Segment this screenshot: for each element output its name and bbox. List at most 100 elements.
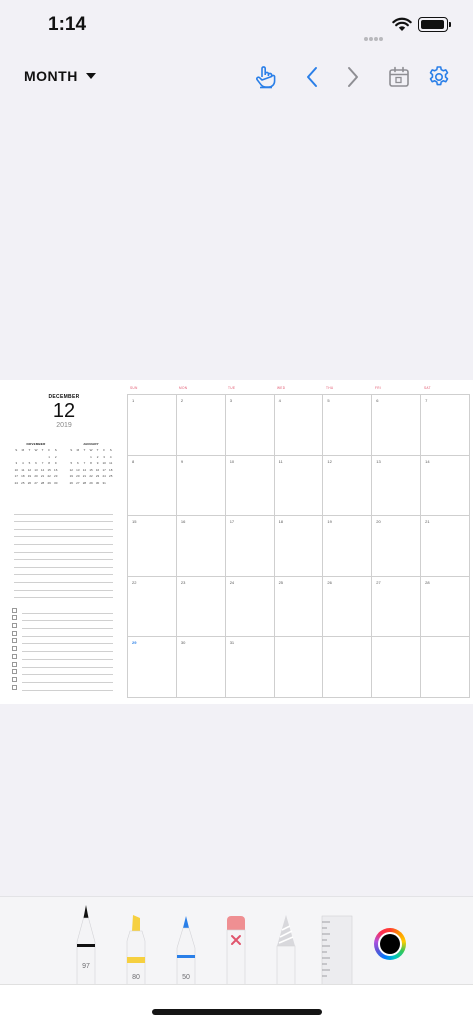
todo-line[interactable]: [22, 660, 113, 668]
day-cell[interactable]: 3: [225, 395, 275, 456]
eraser-tool[interactable]: [224, 914, 248, 986]
todo-row[interactable]: [12, 614, 113, 622]
day-cell[interactable]: 2: [176, 395, 226, 456]
day-cell[interactable]: 28: [421, 576, 470, 638]
day-cell[interactable]: 7: [421, 395, 470, 456]
day-cell[interactable]: 5: [323, 395, 373, 456]
home-indicator[interactable]: [152, 1009, 322, 1015]
todo-line[interactable]: [22, 621, 113, 630]
day-cell[interactable]: 19: [323, 516, 373, 577]
mini-calendar-previous[interactable]: NOVEMBER S M T W T F S 1 2 3 4 5 6 7 8 9 10 11 12 13 14 15 16 1…: [13, 442, 59, 486]
today-button[interactable]: [386, 64, 412, 90]
day-cell[interactable]: 26: [323, 576, 373, 638]
day-cell[interactable]: 24: [225, 576, 275, 638]
todo-row[interactable]: [12, 668, 113, 676]
day-cell[interactable]: 30: [176, 637, 226, 698]
day-cell[interactable]: 12: [323, 455, 373, 517]
day-cell[interactable]: [274, 637, 324, 698]
day-cell[interactable]: 11: [274, 455, 324, 517]
day-cell[interactable]: 31: [225, 637, 275, 698]
checkbox[interactable]: [12, 623, 17, 629]
todo-row[interactable]: [12, 621, 113, 630]
highlighter-size-label: 80: [132, 974, 140, 981]
day-cell[interactable]: 6: [372, 395, 422, 456]
day-cell[interactable]: 22: [128, 576, 177, 638]
checkbox[interactable]: [12, 676, 17, 682]
note-line[interactable]: [14, 583, 113, 591]
day-cell[interactable]: 25: [274, 576, 324, 638]
day-cell[interactable]: 23: [176, 576, 226, 638]
checkbox[interactable]: [12, 661, 17, 667]
settings-button[interactable]: [426, 64, 452, 90]
mini-calendar-next[interactable]: JANUARY S M T W T F S 1 2 3 4 5 6 7 8 9 10 11 12 13 14 15 16 17…: [68, 442, 114, 486]
note-line[interactable]: [14, 522, 113, 530]
todo-line[interactable]: [22, 629, 113, 637]
todo-line[interactable]: [22, 652, 113, 660]
day-cell[interactable]: [421, 637, 470, 698]
todo-line[interactable]: [22, 614, 113, 622]
todo-line[interactable]: [22, 675, 113, 683]
day-cell[interactable]: 10: [225, 455, 275, 517]
note-line[interactable]: [14, 530, 113, 538]
view-mode-dropdown[interactable]: MONTH: [24, 68, 96, 84]
weekday-label: TUE: [228, 386, 236, 390]
day-cell[interactable]: [372, 637, 422, 698]
day-cell[interactable]: 17: [225, 516, 275, 577]
note-line[interactable]: [14, 545, 113, 553]
next-button[interactable]: [340, 64, 366, 90]
weekday-label: SAT: [424, 386, 431, 390]
note-line[interactable]: [14, 568, 113, 576]
day-cell[interactable]: [323, 637, 373, 698]
todo-line[interactable]: [22, 606, 113, 614]
todo-line[interactable]: [22, 637, 113, 645]
hand-pointer-button[interactable]: [252, 64, 278, 90]
day-cell[interactable]: 13: [372, 455, 422, 517]
checkbox[interactable]: [12, 653, 17, 659]
mini-calendar-grid: S M T W T F S 1 2 3 4 5 6 7 8 9 10 11 12 13 14 15 16 17 18 19 20 21…: [68, 447, 114, 486]
day-cell[interactable]: 29: [128, 637, 177, 698]
todo-line[interactable]: [22, 683, 113, 691]
todo-row[interactable]: [12, 644, 113, 653]
day-cell[interactable]: 9: [176, 455, 226, 517]
day-cell[interactable]: 14: [421, 455, 470, 517]
checkbox[interactable]: [12, 669, 17, 675]
pencil-tool[interactable]: [274, 912, 298, 986]
todo-row[interactable]: [12, 675, 113, 683]
todo-row[interactable]: [12, 637, 113, 645]
checkbox[interactable]: [12, 630, 17, 636]
checkbox[interactable]: [12, 607, 17, 613]
note-line[interactable]: [14, 560, 113, 568]
day-cell[interactable]: 27: [372, 576, 422, 638]
note-line[interactable]: [14, 575, 113, 583]
todo-row[interactable]: [12, 606, 113, 614]
note-line[interactable]: [14, 591, 113, 599]
todo-row[interactable]: [12, 660, 113, 668]
day-cell[interactable]: 20: [372, 516, 422, 577]
day-cell[interactable]: 18: [274, 516, 324, 577]
note-line[interactable]: [14, 537, 113, 545]
notes-area[interactable]: [14, 507, 113, 599]
todo-checklist[interactable]: [12, 606, 113, 691]
todo-line[interactable]: [22, 644, 113, 653]
planner-page[interactable]: DECEMBER 12 2019 NOVEMBER SMTWTFS1234567…: [0, 380, 473, 704]
previous-button[interactable]: [299, 64, 325, 90]
day-cell[interactable]: 21: [421, 516, 470, 577]
todo-row[interactable]: [12, 683, 113, 691]
todo-row[interactable]: [12, 629, 113, 637]
day-cell[interactable]: 15: [128, 516, 177, 577]
checkbox[interactable]: [12, 615, 17, 621]
note-line[interactable]: [14, 553, 113, 561]
checkbox[interactable]: [12, 646, 17, 652]
day-cell[interactable]: 1: [128, 395, 177, 456]
day-cell[interactable]: 8: [128, 455, 177, 517]
note-line[interactable]: [14, 515, 113, 523]
day-cell[interactable]: 16: [176, 516, 226, 577]
pen-tool[interactable]: [74, 902, 98, 986]
todo-line[interactable]: [22, 668, 113, 676]
checkbox[interactable]: [12, 638, 17, 644]
ruler-tool[interactable]: [320, 914, 354, 986]
checkbox[interactable]: [12, 684, 17, 690]
day-cell[interactable]: 4: [274, 395, 324, 456]
note-line[interactable]: [14, 507, 113, 515]
todo-row[interactable]: [12, 652, 113, 660]
